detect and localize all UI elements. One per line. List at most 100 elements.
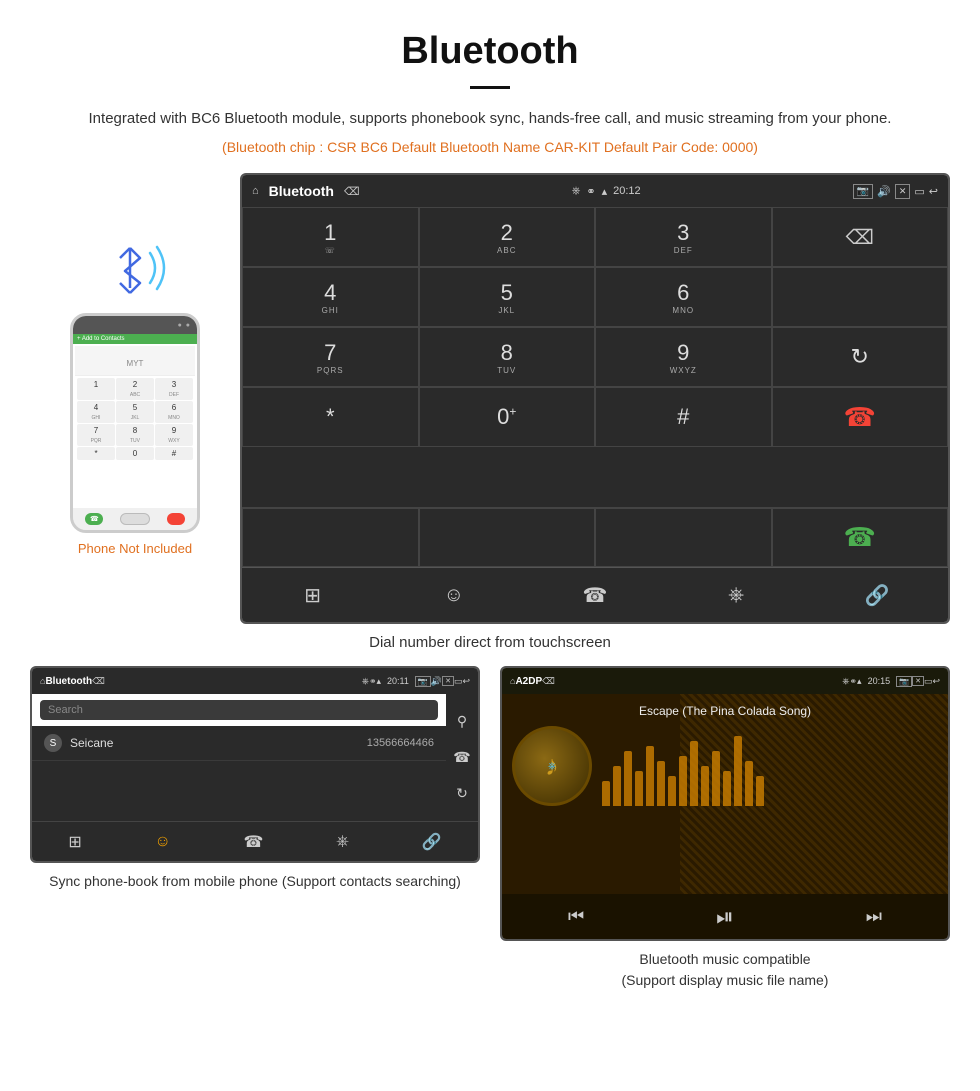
- pb-cam-icon[interactable]: 📷: [415, 676, 431, 687]
- fullscreen-icon[interactable]: ▭: [914, 185, 924, 198]
- home-icon[interactable]: ⌂: [252, 185, 259, 197]
- volume-icon[interactable]: 🔊: [877, 185, 891, 198]
- main-caption: Dial number direct from touchscreen: [0, 634, 980, 651]
- music-album-bt-icon: ⎈: [548, 761, 556, 772]
- pb-close-icon[interactable]: ✕: [442, 676, 454, 686]
- nav-link-icon[interactable]: 🔗: [857, 575, 897, 615]
- key-1[interactable]: 1☏: [242, 207, 419, 267]
- mus-close-icon[interactable]: ✕: [912, 676, 924, 686]
- mus-loc-icon: ⚭: [849, 676, 857, 687]
- nav-contacts-icon[interactable]: ☺: [434, 575, 474, 615]
- pbnav-bt-icon[interactable]: ⎈: [336, 833, 349, 851]
- key-2[interactable]: 2ABC: [419, 207, 596, 267]
- music-statusbar: ⌂ A2DP ⌫ ⎈ ⚭ ▴ 20:15 📷 ✕ ▭ ↩: [502, 668, 948, 694]
- pb-loc-icon: ⚭: [369, 676, 377, 687]
- key-hash[interactable]: #: [595, 387, 772, 447]
- phonebook-main: Search S Seicane 13566664466: [32, 694, 446, 821]
- contact-name: Seicane: [70, 736, 367, 750]
- key-6[interactable]: 6MNO: [595, 267, 772, 327]
- music-caption: Bluetooth music compatible(Support displ…: [622, 949, 829, 991]
- key-4[interactable]: 4GHI: [242, 267, 419, 327]
- time-label: 20:12: [613, 185, 641, 197]
- music-section: ⌂ A2DP ⌫ ⎈ ⚭ ▴ 20:15 📷 ✕ ▭ ↩ Escape (The…: [500, 666, 950, 991]
- car-screen-area: ⌂ Bluetooth ⌫ ⎈ ⚭ ▴ 20:12 📷 🔊 ✕ ▭ ↩: [240, 173, 950, 624]
- music-album-art: ♪ ⎈: [512, 726, 592, 806]
- nav-phone-icon[interactable]: ☎: [575, 575, 615, 615]
- key-8[interactable]: 8TUV: [419, 327, 596, 387]
- prev-track-icon[interactable]: ⏮: [568, 906, 584, 927]
- app-name-label: Bluetooth: [269, 183, 334, 199]
- key-star[interactable]: *: [242, 387, 419, 447]
- pb-wifi-icon: ▴: [376, 676, 381, 687]
- mus-time: 20:15: [868, 676, 891, 686]
- bluetooth-status-icon: ⎈: [572, 185, 581, 198]
- side-search-icon[interactable]: ⚲: [457, 713, 467, 730]
- next-track-icon[interactable]: ⏭: [866, 906, 882, 927]
- phone-area: ● ● + Add to Contacts MYT 12ABC3DEF 4GHI…: [30, 173, 240, 556]
- phonebook-side-icons: ⚲ ☎ ↻: [446, 694, 478, 821]
- key-backspace[interactable]: ⌫: [772, 207, 949, 267]
- back-icon[interactable]: ↩: [929, 185, 938, 198]
- key-5[interactable]: 5JKL: [419, 267, 596, 327]
- phonebook-bottom-nav: ⊞ ☺ ☎ ⎈ 🔗: [32, 821, 478, 861]
- page-title: Bluetooth: [0, 0, 980, 78]
- pbnav-phone-icon[interactable]: ☎: [244, 832, 264, 852]
- pbnav-link-icon[interactable]: 🔗: [422, 832, 442, 852]
- mus-usb-icon: ⌫: [542, 676, 555, 687]
- pb-time: 20:11: [387, 676, 409, 686]
- key-call[interactable]: ☎: [772, 508, 949, 567]
- music-screen: ⌂ A2DP ⌫ ⎈ ⚭ ▴ 20:15 📷 ✕ ▭ ↩ Escape (The…: [500, 666, 950, 941]
- phonebook-search-bar[interactable]: Search: [40, 700, 438, 720]
- key-empty-r5b: [419, 508, 596, 567]
- key-empty-r5c: [595, 508, 772, 567]
- car-bottom-nav: ⊞ ☺ ☎ ⎈ 🔗: [242, 567, 948, 622]
- pbnav-grid-icon[interactable]: ⊞: [68, 832, 81, 852]
- phonebook-screen: ⌂ Bluetooth ⌫ ⎈ ⚭ ▴ 20:11 📷 🔊 ✕ ▭ ↩ Sear…: [30, 666, 480, 863]
- location-icon: ⚭: [586, 185, 595, 198]
- close-icon[interactable]: ✕: [895, 184, 911, 199]
- mus-app-label: A2DP: [515, 676, 542, 687]
- pb-full-icon[interactable]: ▭: [454, 676, 463, 687]
- key-refresh[interactable]: ↻: [772, 327, 949, 387]
- search-placeholder: Search: [48, 704, 83, 716]
- music-controls: ⏮ ⏯ ⏭: [502, 894, 948, 939]
- key-0[interactable]: 0+: [419, 387, 596, 447]
- contact-number: 13566664466: [367, 737, 434, 749]
- mus-wifi-icon: ▴: [857, 676, 862, 687]
- nav-dialpad-icon[interactable]: ⊞: [293, 575, 333, 615]
- contact-letter: S: [44, 734, 62, 752]
- page-specs: (Bluetooth chip : CSR BC6 Default Blueto…: [0, 139, 980, 155]
- phone-not-included-label: Phone Not Included: [78, 541, 192, 556]
- pbnav-user-icon[interactable]: ☺: [154, 833, 170, 851]
- mus-cam-icon[interactable]: 📷: [896, 676, 912, 687]
- mus-bt-icon: ⎈: [842, 676, 849, 687]
- pb-usb-icon: ⌫: [92, 676, 105, 687]
- music-art-area: ♪ ⎈: [502, 718, 948, 814]
- bottom-screenshots: ⌂ Bluetooth ⌫ ⎈ ⚭ ▴ 20:11 📷 🔊 ✕ ▭ ↩ Sear…: [0, 666, 980, 991]
- phonebook-contact-item[interactable]: S Seicane 13566664466: [32, 726, 446, 761]
- key-9[interactable]: 9WXYZ: [595, 327, 772, 387]
- phonebook-list: S Seicane 13566664466: [32, 726, 446, 761]
- key-3[interactable]: 3DEF: [595, 207, 772, 267]
- pb-vol-icon[interactable]: 🔊: [431, 676, 442, 687]
- page-description: Integrated with BC6 Bluetooth module, su…: [0, 107, 980, 131]
- mus-back-icon[interactable]: ↩: [932, 676, 940, 687]
- key-empty-r5a: [242, 508, 419, 567]
- side-phone-icon[interactable]: ☎: [453, 749, 470, 766]
- key-7[interactable]: 7PQRS: [242, 327, 419, 387]
- phonebook-caption: Sync phone-book from mobile phone (Suppo…: [49, 871, 461, 892]
- phone-mockup: ● ● + Add to Contacts MYT 12ABC3DEF 4GHI…: [70, 313, 200, 533]
- bluetooth-signal-icon: [95, 233, 175, 303]
- key-end-call[interactable]: ☎: [772, 387, 949, 447]
- music-screen-body: Escape (The Pina Colada Song) ♪ ⎈: [502, 694, 948, 894]
- play-pause-icon[interactable]: ⏯: [716, 904, 734, 930]
- nav-bluetooth-icon[interactable]: ⎈: [716, 575, 756, 615]
- title-divider: [470, 86, 510, 89]
- usb-icon: ⌫: [344, 185, 360, 198]
- side-refresh-icon[interactable]: ↻: [456, 785, 468, 802]
- mus-full-icon[interactable]: ▭: [924, 676, 933, 687]
- music-song-title: Escape (The Pina Colada Song): [639, 704, 811, 718]
- camera-icon[interactable]: 📷: [853, 184, 873, 199]
- car-dialpad-screen: ⌂ Bluetooth ⌫ ⎈ ⚭ ▴ 20:12 📷 🔊 ✕ ▭ ↩: [240, 173, 950, 624]
- pb-back-icon[interactable]: ↩: [462, 676, 470, 687]
